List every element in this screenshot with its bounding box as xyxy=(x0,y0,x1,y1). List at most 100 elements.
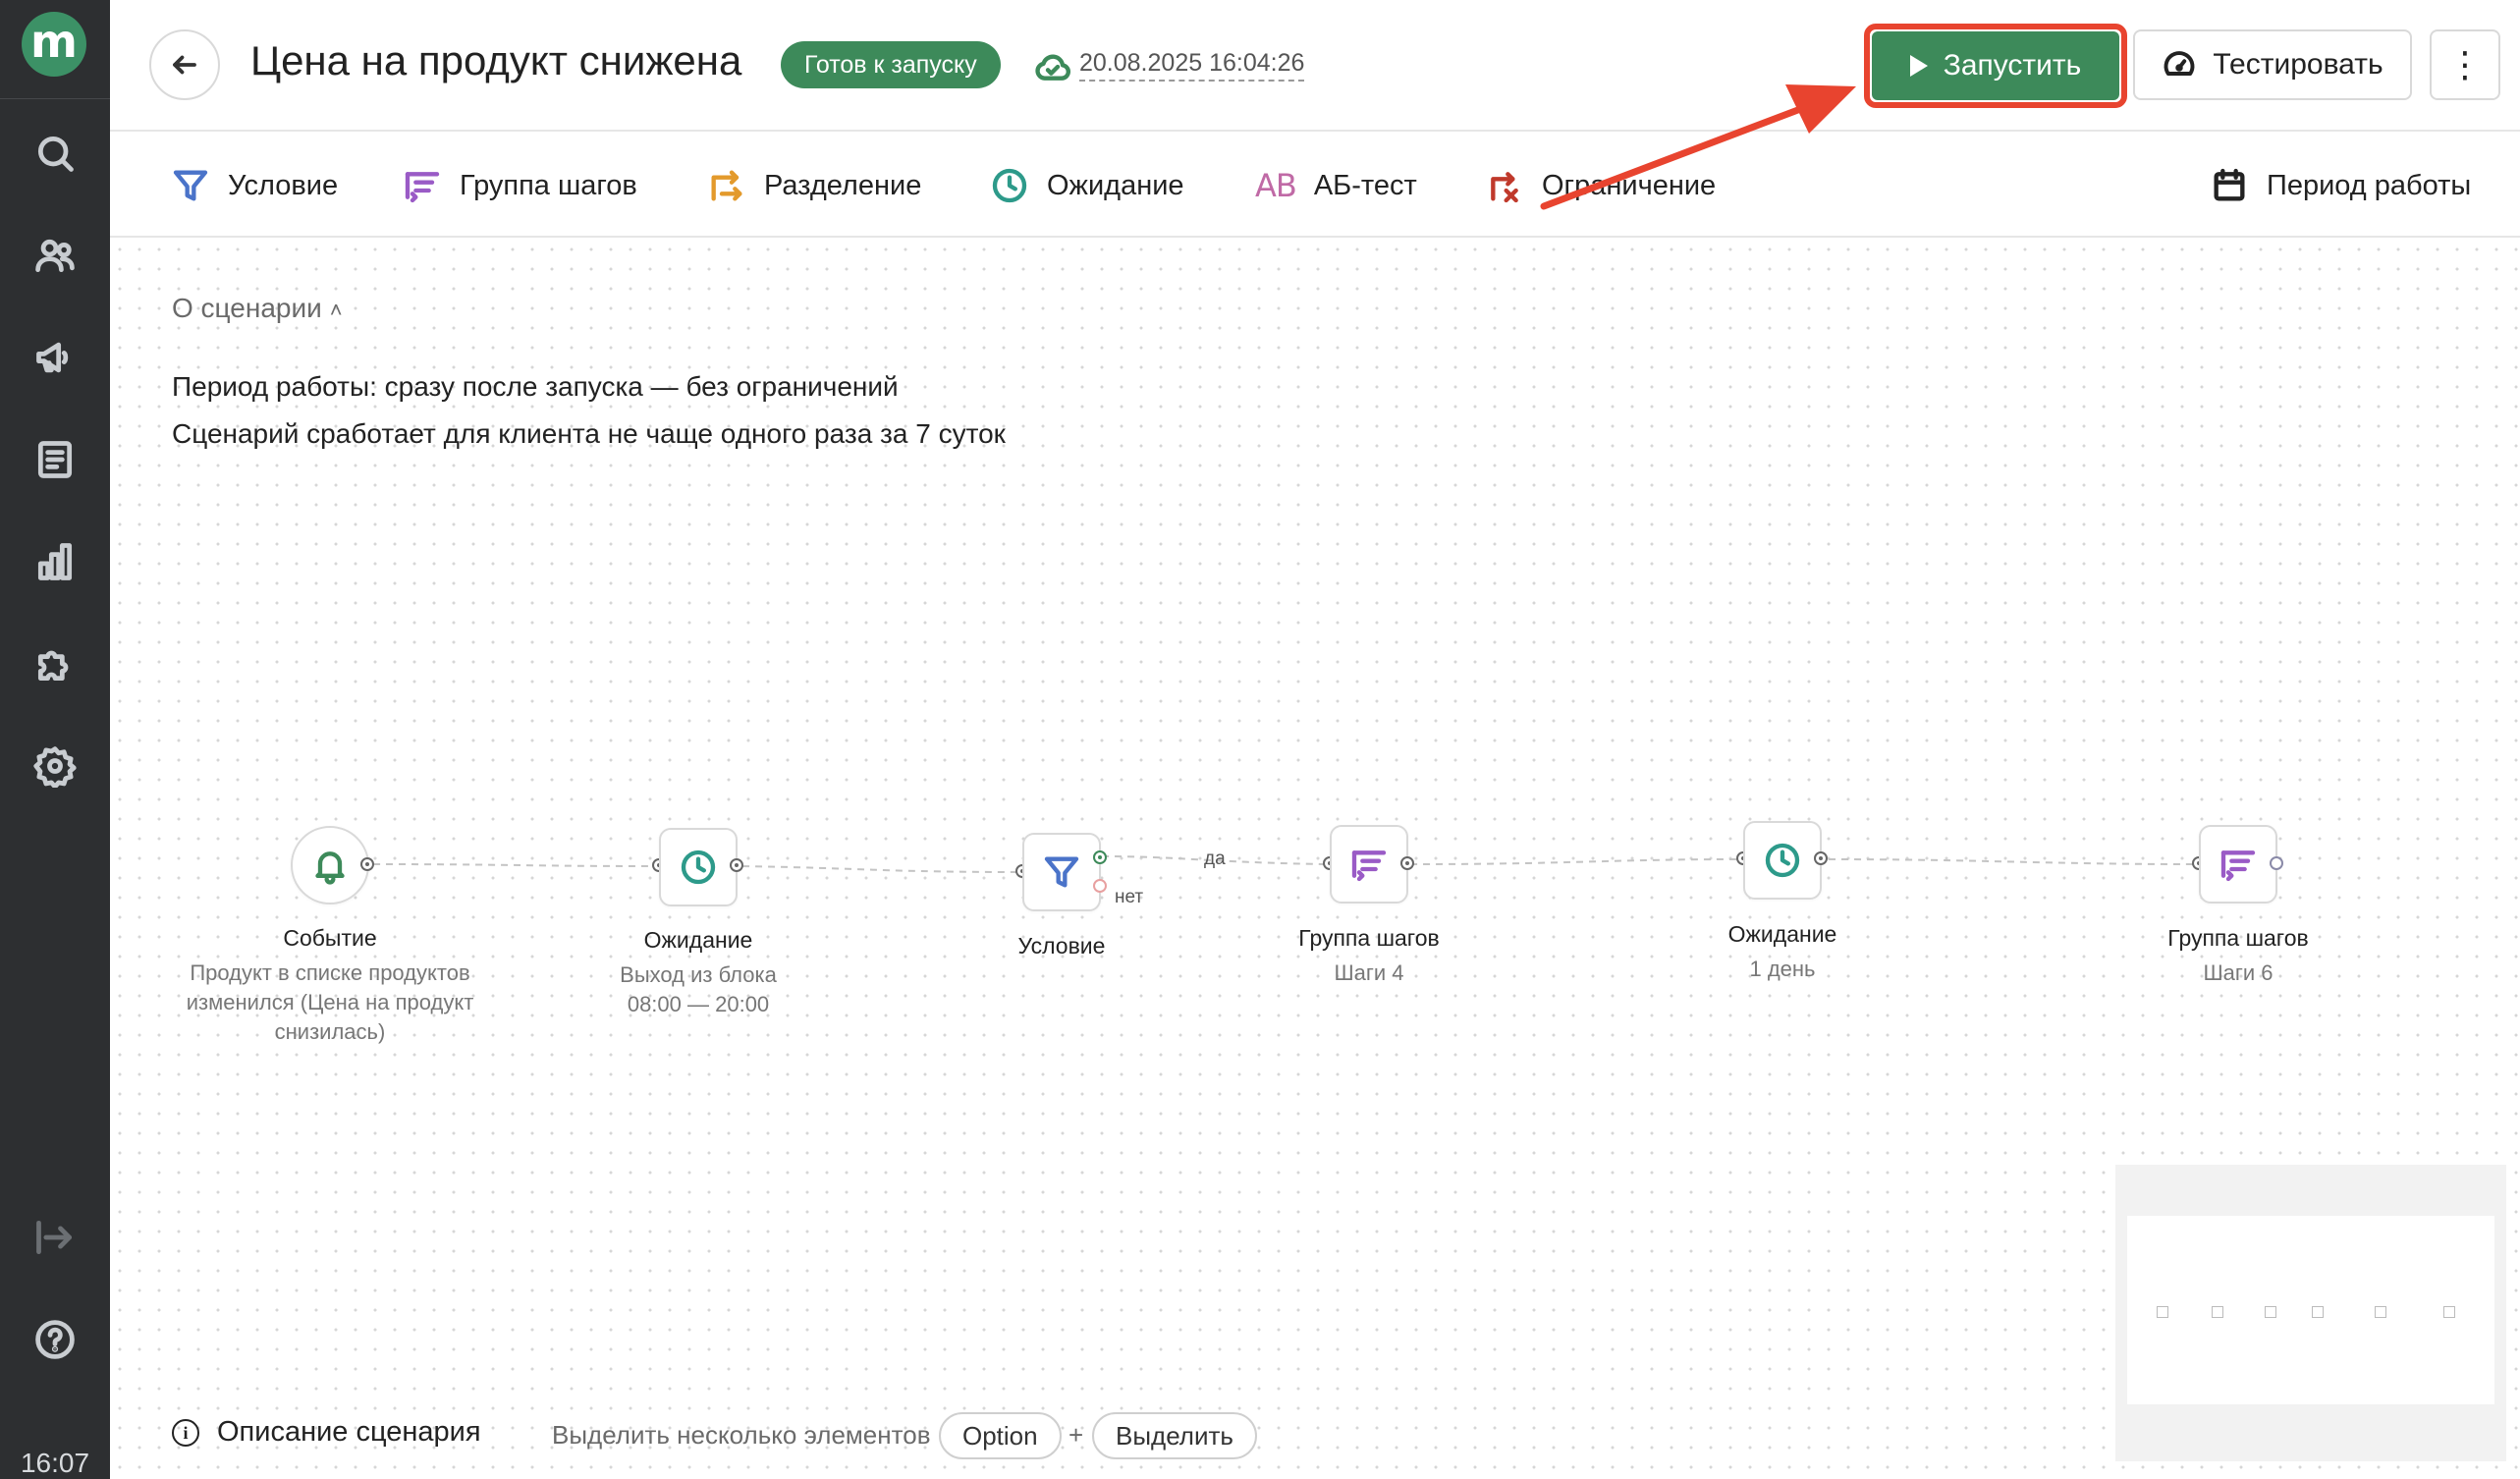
sidebar-divider xyxy=(0,98,110,99)
minimap[interactable] xyxy=(2115,1165,2506,1461)
info-icon: i xyxy=(172,1418,199,1447)
speedometer-icon xyxy=(2164,51,2195,76)
work-period-button[interactable]: Период работы xyxy=(2210,161,2471,210)
flow-node-wait[interactable] xyxy=(1743,821,1822,900)
tool-condition-label: Условие xyxy=(228,169,339,201)
help-icon[interactable] xyxy=(29,1314,81,1365)
node-title: Группа шагов xyxy=(2167,925,2309,951)
arrow-left-icon xyxy=(173,55,196,75)
steps-group-icon xyxy=(405,172,440,203)
test-button-label: Тестировать xyxy=(2213,48,2383,81)
node-subtitle: 1 день xyxy=(1749,957,1816,981)
option-key-badge: Option xyxy=(939,1412,1062,1459)
frequency-info: Сценарий сработает для клиента не чаще о… xyxy=(172,418,1006,449)
work-period-info: Период работы: сразу после запуска — без… xyxy=(172,371,899,402)
clock-time: 16:07 xyxy=(20,1448,90,1478)
scenario-description-label: Описание сценария xyxy=(217,1416,481,1448)
tool-wait[interactable]: Ожидание xyxy=(990,161,1184,210)
minimap-node xyxy=(2312,1306,2324,1318)
node-output-port[interactable] xyxy=(1400,856,1414,870)
tool-steps-group-label: Группа шагов xyxy=(460,169,637,201)
minimap-node xyxy=(2157,1306,2168,1318)
condition-no-port[interactable] xyxy=(1093,879,1107,893)
cloud-check-icon xyxy=(1033,47,1072,86)
clock-icon xyxy=(681,849,716,885)
limit-icon xyxy=(1491,172,1518,203)
tool-wait-label: Ожидание xyxy=(1047,169,1184,201)
more-menu-button[interactable]: ⋮ xyxy=(2430,29,2500,100)
ab-icon: AB xyxy=(1255,167,1297,204)
play-icon xyxy=(1909,55,1928,77)
tool-ab-test-label: АБ-тест xyxy=(1313,169,1417,201)
node-title: Событие xyxy=(283,925,377,951)
sidebar: m 16:07 xyxy=(0,0,110,1479)
bell-icon xyxy=(315,851,345,885)
node-title: Ожидание xyxy=(1727,921,1837,947)
puzzle-icon[interactable] xyxy=(29,638,81,689)
node-output-port[interactable] xyxy=(730,858,743,872)
flow-node-event[interactable] xyxy=(291,826,369,904)
tool-ab-test[interactable]: AB АБ-тест xyxy=(1255,161,1417,210)
minimap-node xyxy=(2375,1306,2386,1318)
block-toolbar: Условие Группа шагов Разделение Ожидание… xyxy=(110,134,2520,238)
about-scenario-toggle[interactable]: О сценарии ˄ xyxy=(172,293,343,324)
node-subtitle: Выход из блока 08:00 — 20:00 xyxy=(620,962,777,1016)
gear-icon[interactable] xyxy=(29,740,81,792)
edge-label-no: нет xyxy=(1115,887,1144,907)
multi-select-hint: Выделить несколько элементов xyxy=(552,1420,931,1450)
node-title: Условие xyxy=(1017,933,1106,959)
steps-group-icon xyxy=(2220,850,2256,882)
minimap-node xyxy=(2212,1306,2223,1318)
plus-sign: + xyxy=(1068,1420,1084,1450)
clock-icon xyxy=(992,168,1027,203)
node-output-port[interactable] xyxy=(360,857,374,871)
filter-icon xyxy=(173,170,208,201)
flow-node-steps-group[interactable] xyxy=(1330,825,1408,904)
launch-button-label: Запустить xyxy=(1943,49,2082,82)
clock-icon xyxy=(1765,843,1800,878)
node-title: Ожидание xyxy=(643,927,753,953)
tool-split-label: Разделение xyxy=(764,169,922,201)
filter-icon xyxy=(1044,856,1079,888)
chart-icon[interactable] xyxy=(29,536,81,587)
minimap-viewport[interactable] xyxy=(2127,1216,2494,1404)
logout-icon[interactable] xyxy=(29,1212,81,1263)
node-subtitle: Продукт в списке продуктов изменился (Це… xyxy=(186,960,474,1044)
about-scenario-label: О сценарии xyxy=(172,293,322,323)
node-subtitle: Шаги 4 xyxy=(1334,960,1404,985)
more-vertical-icon: ⋮ xyxy=(2447,44,2483,84)
chevron-up-icon: ˄ xyxy=(329,298,343,322)
saved-timestamp[interactable]: 20.08.2025 16:04:26 xyxy=(1079,49,1305,82)
node-subtitle: Шаги 6 xyxy=(2203,960,2273,985)
scenario-description-button[interactable]: i Описание сценария xyxy=(172,1416,481,1449)
edge-label-yes: да xyxy=(1204,849,1226,869)
launch-button[interactable]: Запустить xyxy=(1872,31,2119,100)
node-output-port[interactable] xyxy=(1814,851,1828,865)
split-icon xyxy=(711,170,742,201)
flow-node-steps-group[interactable] xyxy=(2199,825,2277,904)
users-icon[interactable] xyxy=(29,230,81,281)
condition-yes-port[interactable] xyxy=(1093,850,1107,864)
calendar-icon xyxy=(2214,168,2245,201)
back-button[interactable] xyxy=(149,29,220,100)
page-title: Цена на продукт снижена xyxy=(250,37,742,83)
node-output-port-empty[interactable] xyxy=(2270,856,2283,870)
status-badge: Готов к запуску xyxy=(781,41,1001,88)
tool-split[interactable]: Разделение xyxy=(707,161,921,210)
test-button[interactable]: Тестировать xyxy=(2133,29,2412,100)
tool-condition[interactable]: Условие xyxy=(171,161,338,210)
app-logo[interactable]: m xyxy=(22,12,86,77)
flow-node-condition[interactable] xyxy=(1022,833,1101,911)
flow-node-wait[interactable] xyxy=(659,828,738,906)
megaphone-icon[interactable] xyxy=(29,332,81,383)
work-period-label: Период работы xyxy=(2267,169,2472,201)
select-key-badge: Выделить xyxy=(1092,1412,1257,1459)
minimap-node xyxy=(2265,1306,2276,1318)
tool-limit-label: Ограничение xyxy=(1542,169,1717,201)
tool-limit[interactable]: Ограничение xyxy=(1485,161,1716,210)
tool-steps-group[interactable]: Группа шагов xyxy=(403,161,637,210)
node-title: Группа шагов xyxy=(1298,925,1440,951)
document-icon[interactable] xyxy=(29,434,81,485)
steps-group-icon xyxy=(1351,850,1387,882)
search-icon[interactable] xyxy=(29,128,81,179)
